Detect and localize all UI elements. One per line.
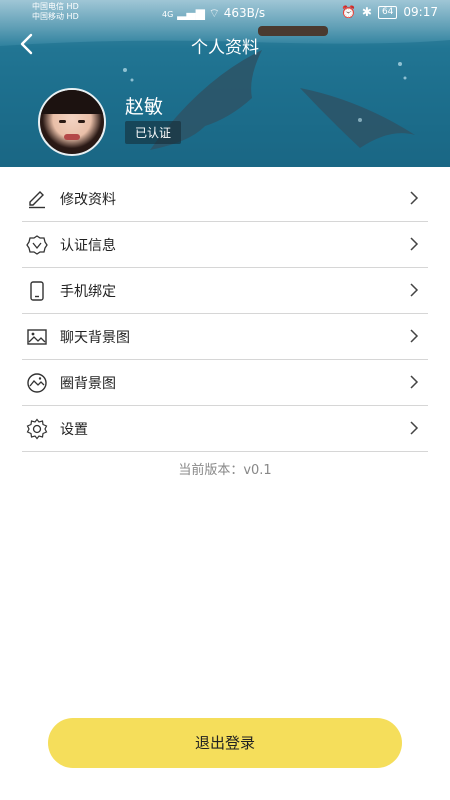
menu-item-circle-background[interactable]: 圈背景图: [22, 360, 428, 406]
carrier-info: 中国电信 HD 中国移动 HD: [32, 2, 79, 22]
settings-menu: 修改资料 认证信息 手机绑定 聊天背景图 圈背景图 设置: [22, 176, 428, 452]
chevron-right-icon: [410, 421, 419, 435]
chevron-right-icon: [410, 237, 419, 251]
wifi-icon: ⌔: [208, 6, 220, 20]
menu-item-label: 修改资料: [60, 192, 116, 208]
bluetooth-icon: ✱: [361, 5, 372, 19]
carrier-2-tag: HD: [66, 12, 79, 21]
chevron-right-icon: [410, 283, 419, 297]
signal-icon: ▂▄▆: [177, 6, 205, 20]
logout-button[interactable]: 退出登录: [48, 718, 402, 768]
net-speed: 463B/s: [223, 6, 266, 20]
verified-badge: 已认证: [125, 121, 182, 144]
network-status: 4G ▂▄▆ ⌔ 463B/s: [162, 6, 265, 21]
phone-icon: [30, 281, 44, 301]
gear-icon: [26, 418, 48, 440]
chevron-right-icon: [410, 191, 419, 205]
menu-item-label: 圈背景图: [60, 376, 116, 392]
network-tag: 4G: [162, 10, 174, 19]
battery-indicator: 64: [377, 5, 398, 19]
chevron-right-icon: [410, 329, 419, 343]
clock: 09:17: [403, 5, 438, 19]
menu-item-verification[interactable]: 认证信息: [22, 222, 428, 268]
navbar: 个人资料: [0, 26, 450, 62]
menu-item-phone-binding[interactable]: 手机绑定: [22, 268, 428, 314]
alarm-icon: ⏰: [340, 5, 356, 19]
menu-item-label: 聊天背景图: [60, 330, 130, 346]
page-title: 个人资料: [191, 38, 259, 58]
menu-item-label: 认证信息: [60, 238, 116, 254]
menu-item-chat-background[interactable]: 聊天背景图: [22, 314, 428, 360]
menu-item-label: 设置: [60, 422, 88, 438]
carrier-1-tag: HD: [66, 2, 79, 11]
chevron-right-icon: [410, 375, 419, 389]
status-bar: 中国电信 HD 中国移动 HD 4G ▂▄▆ ⌔ 463B/s ⏰ ✱ 64 0…: [0, 0, 450, 26]
user-name: 赵敏: [125, 96, 164, 118]
menu-item-edit-profile[interactable]: 修改资料: [22, 176, 428, 222]
image-icon: [27, 329, 47, 345]
verified-icon: [26, 235, 48, 255]
version-text: 当前版本：v0.1: [178, 463, 272, 478]
status-right: ⏰ ✱ 64 09:17: [341, 5, 438, 19]
menu-item-label: 手机绑定: [60, 284, 116, 300]
menu-item-settings[interactable]: 设置: [22, 406, 428, 452]
profile-header: 中国电信 HD 中国移动 HD 4G ▂▄▆ ⌔ 463B/s ⏰ ✱ 64 0…: [0, 0, 450, 167]
landscape-icon: [27, 373, 47, 393]
carrier-2: 中国移动: [32, 12, 64, 21]
edit-icon: [29, 191, 45, 209]
carrier-1: 中国电信: [32, 2, 64, 11]
avatar[interactable]: [38, 88, 106, 156]
